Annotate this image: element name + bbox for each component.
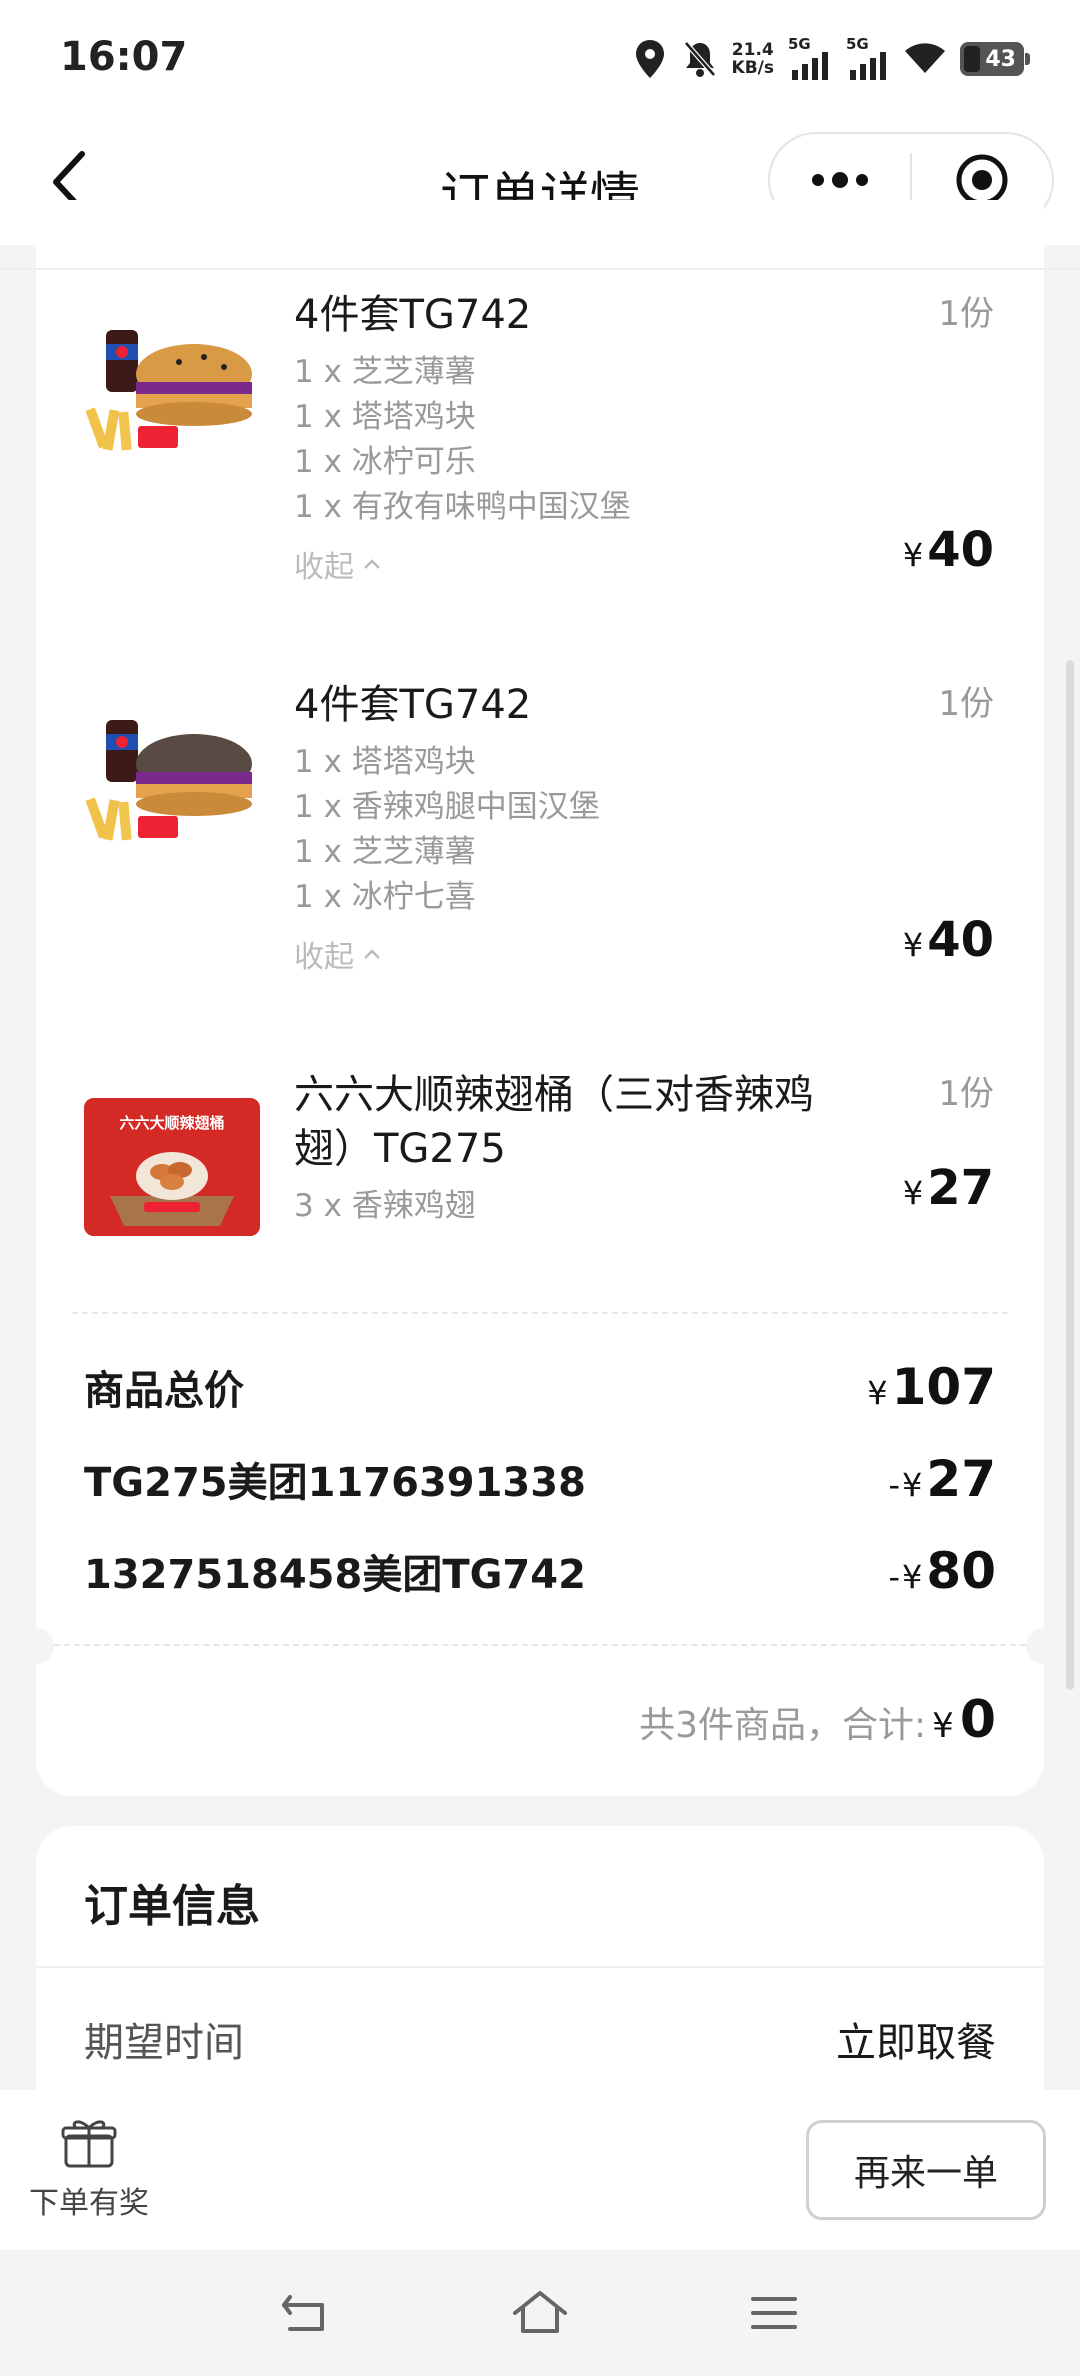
discount-row: TG275美团1176391338 -¥27 [84, 1450, 996, 1508]
item-component: 1 x 冰柠七喜 [294, 879, 476, 915]
menu-icon [751, 2297, 797, 2329]
item-price: ¥27 [902, 1160, 994, 1216]
info-key: 期望时间 [84, 2020, 244, 2066]
item-component: 1 x 有孜有味鸭中国汉堡 [294, 489, 631, 525]
item-name: 4件套TG742 [294, 292, 532, 338]
item-component: 1 x 塔塔鸡块 [294, 399, 476, 435]
goods-total-value: ¥107 [867, 1358, 996, 1416]
item-component: 1 x 芝芝薄薯 [294, 354, 476, 390]
order-total-value: ¥0 [932, 1690, 996, 1750]
item-component: 3 x 香辣鸡翅 [294, 1188, 476, 1224]
item-name: 4件套TG742 [294, 682, 532, 728]
order-info-title: 订单信息 [84, 1881, 260, 1932]
discount-value: -¥27 [888, 1450, 997, 1508]
item-component: 1 x 香辣鸡腿中国汉堡 [294, 789, 600, 825]
discount-row: 1327518458美团TG742 -¥80 [84, 1542, 996, 1600]
gift-icon [61, 2120, 117, 2168]
item-quantity: 1份 [938, 294, 994, 334]
goods-total-row: 商品总价 ¥107 [84, 1358, 996, 1416]
ticket-notch [1026, 1628, 1062, 1664]
item-price: ¥40 [902, 912, 994, 968]
more-dots-icon [812, 172, 868, 188]
order-reward-button[interactable]: 下单有奖 [26, 2116, 152, 2222]
info-row-expected-time: 期望时间 立即取餐 [84, 2010, 996, 2068]
combo-food-image [84, 322, 260, 460]
signal-icon-2: 5G [846, 35, 890, 80]
battery-icon: 43 [960, 42, 1030, 76]
item-component: 1 x 芝芝薄薯 [294, 834, 476, 870]
info-value: 立即取餐 [836, 2020, 996, 2066]
goods-total-label: 商品总价 [84, 1368, 244, 1414]
discount-value: -¥80 [888, 1542, 997, 1600]
wifi-icon [904, 39, 946, 79]
nav-menu-button[interactable] [742, 2281, 806, 2345]
divider [36, 1966, 1044, 1968]
reorder-button[interactable]: 再来一单 [806, 2120, 1046, 2220]
item-quantity: 1份 [938, 1074, 994, 1114]
order-total-label: 共3件商品，合计: [639, 1705, 927, 1746]
item-component: 1 x 冰柠可乐 [294, 444, 476, 480]
location-icon [632, 39, 668, 79]
collapse-toggle[interactable]: 收起 [294, 542, 382, 586]
bottom-action-bar: 下单有奖 再来一单 [0, 2090, 1080, 2250]
nav-back-button[interactable] [274, 2281, 338, 2345]
chevron-up-icon [364, 559, 380, 569]
divider [0, 268, 1080, 270]
combo-food-image [84, 712, 260, 850]
signal-icon: 5G [788, 35, 832, 80]
nav-back-icon [282, 2295, 324, 2331]
item-quantity: 1份 [938, 684, 994, 724]
item-price: ¥40 [902, 522, 994, 578]
nav-home-button[interactable] [508, 2281, 572, 2345]
discount-label: 1327518458美团TG742 [84, 1552, 586, 1598]
item-name: 六六大顺辣翅桶（三对香辣鸡 翅）TG275 [294, 1072, 814, 1172]
ticket-notch [18, 1628, 54, 1664]
divider [54, 1644, 1026, 1646]
svg-text:六六大顺辣翅桶: 六六大顺辣翅桶 [119, 1114, 224, 1132]
home-icon [513, 2291, 567, 2333]
divider [72, 1312, 1008, 1314]
status-icons: 21.4 KB/s 5G 5G 43 [632, 34, 1030, 84]
discount-label: TG275美团1176391338 [84, 1460, 586, 1506]
order-items-card: 4件套TG742 1份 1 x 芝芝薄薯 1 x 塔塔鸡块 1 x 冰柠可乐 1… [18, 200, 1062, 1796]
status-time: 16:07 [60, 34, 188, 80]
net-speed: 21.4 KB/s [731, 40, 774, 78]
system-nav-bar [0, 2250, 1080, 2376]
chevron-up-icon [364, 949, 380, 959]
order-total-row: 共3件商品，合计: ¥0 [639, 1690, 996, 1750]
collapse-toggle[interactable]: 收起 [294, 932, 382, 976]
status-bar: 16:07 21.4 KB/s 5G 5G 43 [0, 0, 1080, 120]
scrollbar[interactable] [1066, 660, 1074, 1690]
reward-label: 下单有奖 [29, 2186, 149, 2221]
wing-bucket-image: 六六大顺辣翅桶 [84, 1098, 260, 1236]
item-component: 1 x 塔塔鸡块 [294, 744, 476, 780]
mute-bell-icon [682, 39, 718, 79]
